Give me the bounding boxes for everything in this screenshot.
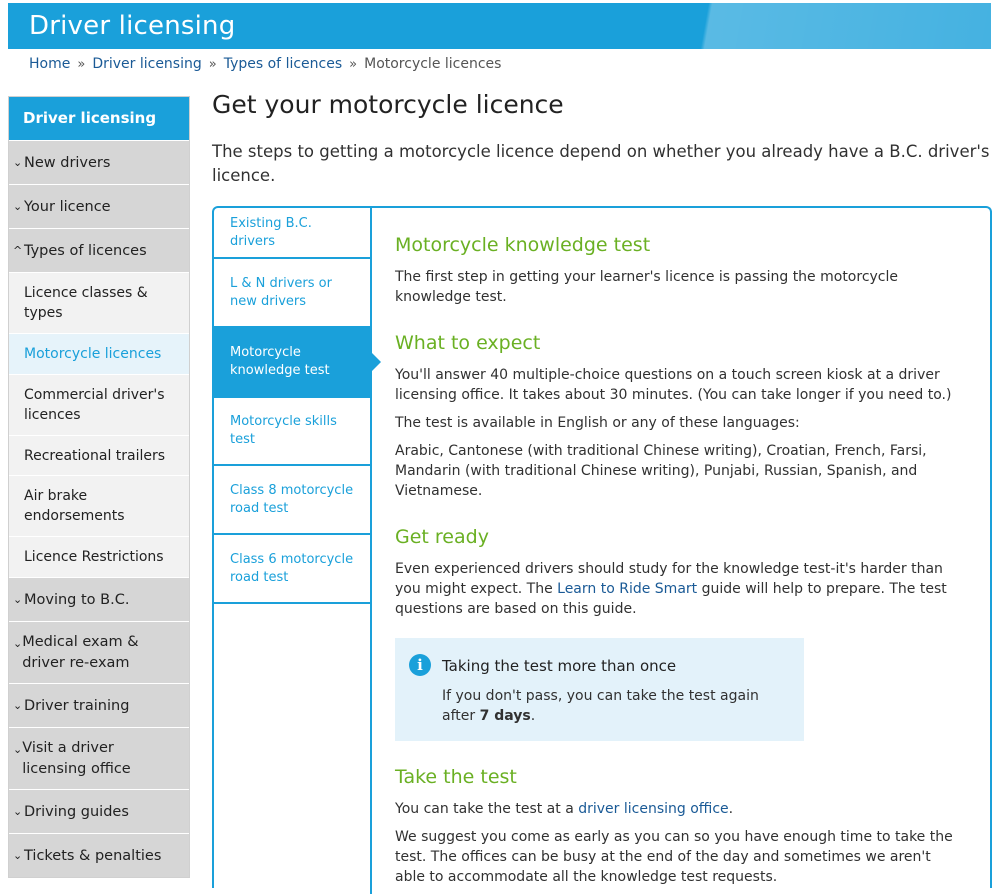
driver-licensing-office-link[interactable]: driver licensing office bbox=[578, 801, 728, 817]
sidebar-subitem-licence-classes[interactable]: Licence classes & types bbox=[9, 272, 189, 333]
breadcrumb-current: Motorcycle licences bbox=[364, 56, 502, 72]
chevron-down-icon: ⌄ bbox=[13, 849, 23, 862]
expect-text-1: You'll answer 40 multiple-choice questio… bbox=[395, 367, 952, 403]
breadcrumb-driver-licensing[interactable]: Driver licensing bbox=[92, 56, 201, 72]
sidebar-item-types-of-licences[interactable]: ^ Types of licences bbox=[9, 228, 189, 272]
page-title: Get your motorcycle licence bbox=[212, 90, 564, 119]
sidebar-item-label: Driving guides bbox=[24, 803, 129, 820]
chevron-down-icon: ⌄ bbox=[13, 699, 23, 712]
breadcrumb-separator: » bbox=[208, 57, 217, 72]
sidebar-item-label: Visit a driver licensing office bbox=[22, 739, 131, 777]
info-body-text: . bbox=[530, 708, 536, 724]
knowledge-test-text: The first step in getting your learner's… bbox=[395, 269, 899, 305]
site-banner: Driver licensing bbox=[8, 3, 991, 49]
sidebar-item-driver-training[interactable]: ⌄ Driver training bbox=[9, 683, 189, 727]
learn-to-ride-smart-link[interactable]: Learn to Ride Smart bbox=[557, 581, 697, 597]
chevron-up-icon: ^ bbox=[13, 244, 23, 257]
page-intro: The steps to getting a motorcycle licenc… bbox=[212, 142, 990, 185]
tab-motorcycle-knowledge-test[interactable]: Motorcycle knowledge test bbox=[214, 328, 381, 398]
expect-languages: Arabic, Cantonese (with traditional Chin… bbox=[395, 443, 927, 499]
breadcrumb-separator: » bbox=[349, 57, 358, 72]
chevron-down-icon: ⌄ bbox=[13, 743, 23, 756]
take-test-text: You can take the test at a driver licens… bbox=[395, 799, 960, 819]
chevron-down-icon: ⌄ bbox=[13, 805, 23, 818]
banner-decoration bbox=[631, 3, 991, 49]
take-test-text-part: . bbox=[728, 801, 734, 817]
sidebar-subitem-air-brake[interactable]: Air brake endorsements bbox=[9, 475, 189, 536]
tab-existing-bc-drivers[interactable]: Existing B.C. drivers bbox=[214, 208, 370, 259]
sidebar-item-driving-guides[interactable]: ⌄ Driving guides bbox=[9, 789, 189, 833]
breadcrumb-separator: » bbox=[77, 57, 86, 72]
sidebar-heading[interactable]: Driver licensing bbox=[9, 97, 189, 140]
chevron-down-icon: ⌄ bbox=[13, 637, 23, 650]
expect-text-2: The test is available in English or any … bbox=[395, 415, 800, 431]
heading-what-to-expect: What to expect bbox=[395, 332, 541, 354]
info-body: If you don't pass, you can take the test… bbox=[442, 686, 782, 726]
sidebar-item-label: Driver training bbox=[24, 697, 130, 714]
heading-knowledge-test: Motorcycle knowledge test bbox=[395, 234, 651, 256]
take-test-text-part: You can take the test at a bbox=[395, 801, 579, 817]
tab-class-6-road-test[interactable]: Class 6 motorcycle road test bbox=[214, 535, 370, 604]
tab-label: Motorcycle knowledge test bbox=[230, 345, 330, 378]
sidebar-item-label: New drivers bbox=[24, 154, 111, 171]
sidebar-item-new-drivers[interactable]: ⌄ New drivers bbox=[9, 140, 189, 184]
sidebar-item-label: Your licence bbox=[24, 198, 111, 215]
tab-motorcycle-skills-test[interactable]: Motorcycle skills test bbox=[214, 398, 370, 466]
breadcrumb-home[interactable]: Home bbox=[29, 56, 70, 72]
heading-get-ready: Get ready bbox=[395, 526, 489, 548]
step-tabs: Existing B.C. drivers L & N drivers or n… bbox=[214, 208, 381, 604]
sidebar-item-your-licence[interactable]: ⌄ Your licence bbox=[9, 184, 189, 228]
sidebar-subitem-commercial[interactable]: Commercial driver's licences bbox=[9, 374, 189, 435]
step-panel: Existing B.C. drivers L & N drivers or n… bbox=[212, 206, 992, 894]
breadcrumb-types-of-licences[interactable]: Types of licences bbox=[224, 56, 342, 72]
sidebar-item-visit-office[interactable]: ⌄ Visit a driver licensing office bbox=[9, 727, 189, 789]
get-ready-text: Even experienced drivers should study fo… bbox=[395, 559, 960, 619]
sidebar-item-medical-exam[interactable]: ⌄ Medical exam & driver re-exam bbox=[9, 621, 189, 683]
sidebar-nav: Driver licensing ⌄ New drivers ⌄ Your lice… bbox=[8, 96, 190, 878]
info-body-emphasis: 7 days bbox=[479, 708, 531, 724]
info-icon: i bbox=[409, 654, 431, 676]
sidebar-item-label: Medical exam & driver re-exam bbox=[22, 633, 139, 671]
sidebar-subitem-motorcycle-licences[interactable]: Motorcycle licences bbox=[9, 333, 189, 374]
tab-class-8-road-test[interactable]: Class 8 motorcycle road test bbox=[214, 466, 370, 535]
sidebar-item-label: Types of licences bbox=[24, 242, 147, 259]
site-title: Driver licensing bbox=[29, 11, 236, 41]
tab-l-n-drivers[interactable]: L & N drivers or new drivers bbox=[214, 259, 370, 328]
sidebar-item-label: Tickets & penalties bbox=[24, 847, 162, 864]
breadcrumb: Home » Driver licensing » Types of licences »… bbox=[29, 56, 501, 72]
sidebar-subitem-recreational-trailers[interactable]: Recreational trailers bbox=[9, 435, 189, 475]
sidebar-item-moving-to-bc[interactable]: ⌄ Moving to B.C. bbox=[9, 577, 189, 621]
heading-take-the-test: Take the test bbox=[395, 766, 517, 788]
sidebar-item-tickets-penalties[interactable]: ⌄ Tickets & penalties bbox=[9, 833, 189, 877]
tab-divider bbox=[370, 604, 372, 894]
chevron-down-icon: ⌄ bbox=[13, 200, 23, 213]
info-callout: i Taking the test more than once If you … bbox=[395, 638, 804, 741]
active-tab-arrow-icon bbox=[371, 352, 381, 372]
suggest-text: We suggest you come as early as you can … bbox=[395, 829, 953, 885]
info-title: Taking the test more than once bbox=[442, 657, 677, 675]
sidebar-item-label: Moving to B.C. bbox=[24, 591, 130, 608]
chevron-down-icon: ⌄ bbox=[13, 156, 23, 169]
chevron-down-icon: ⌄ bbox=[13, 593, 23, 606]
sidebar-subitem-licence-restrictions[interactable]: Licence Restrictions bbox=[9, 536, 189, 577]
